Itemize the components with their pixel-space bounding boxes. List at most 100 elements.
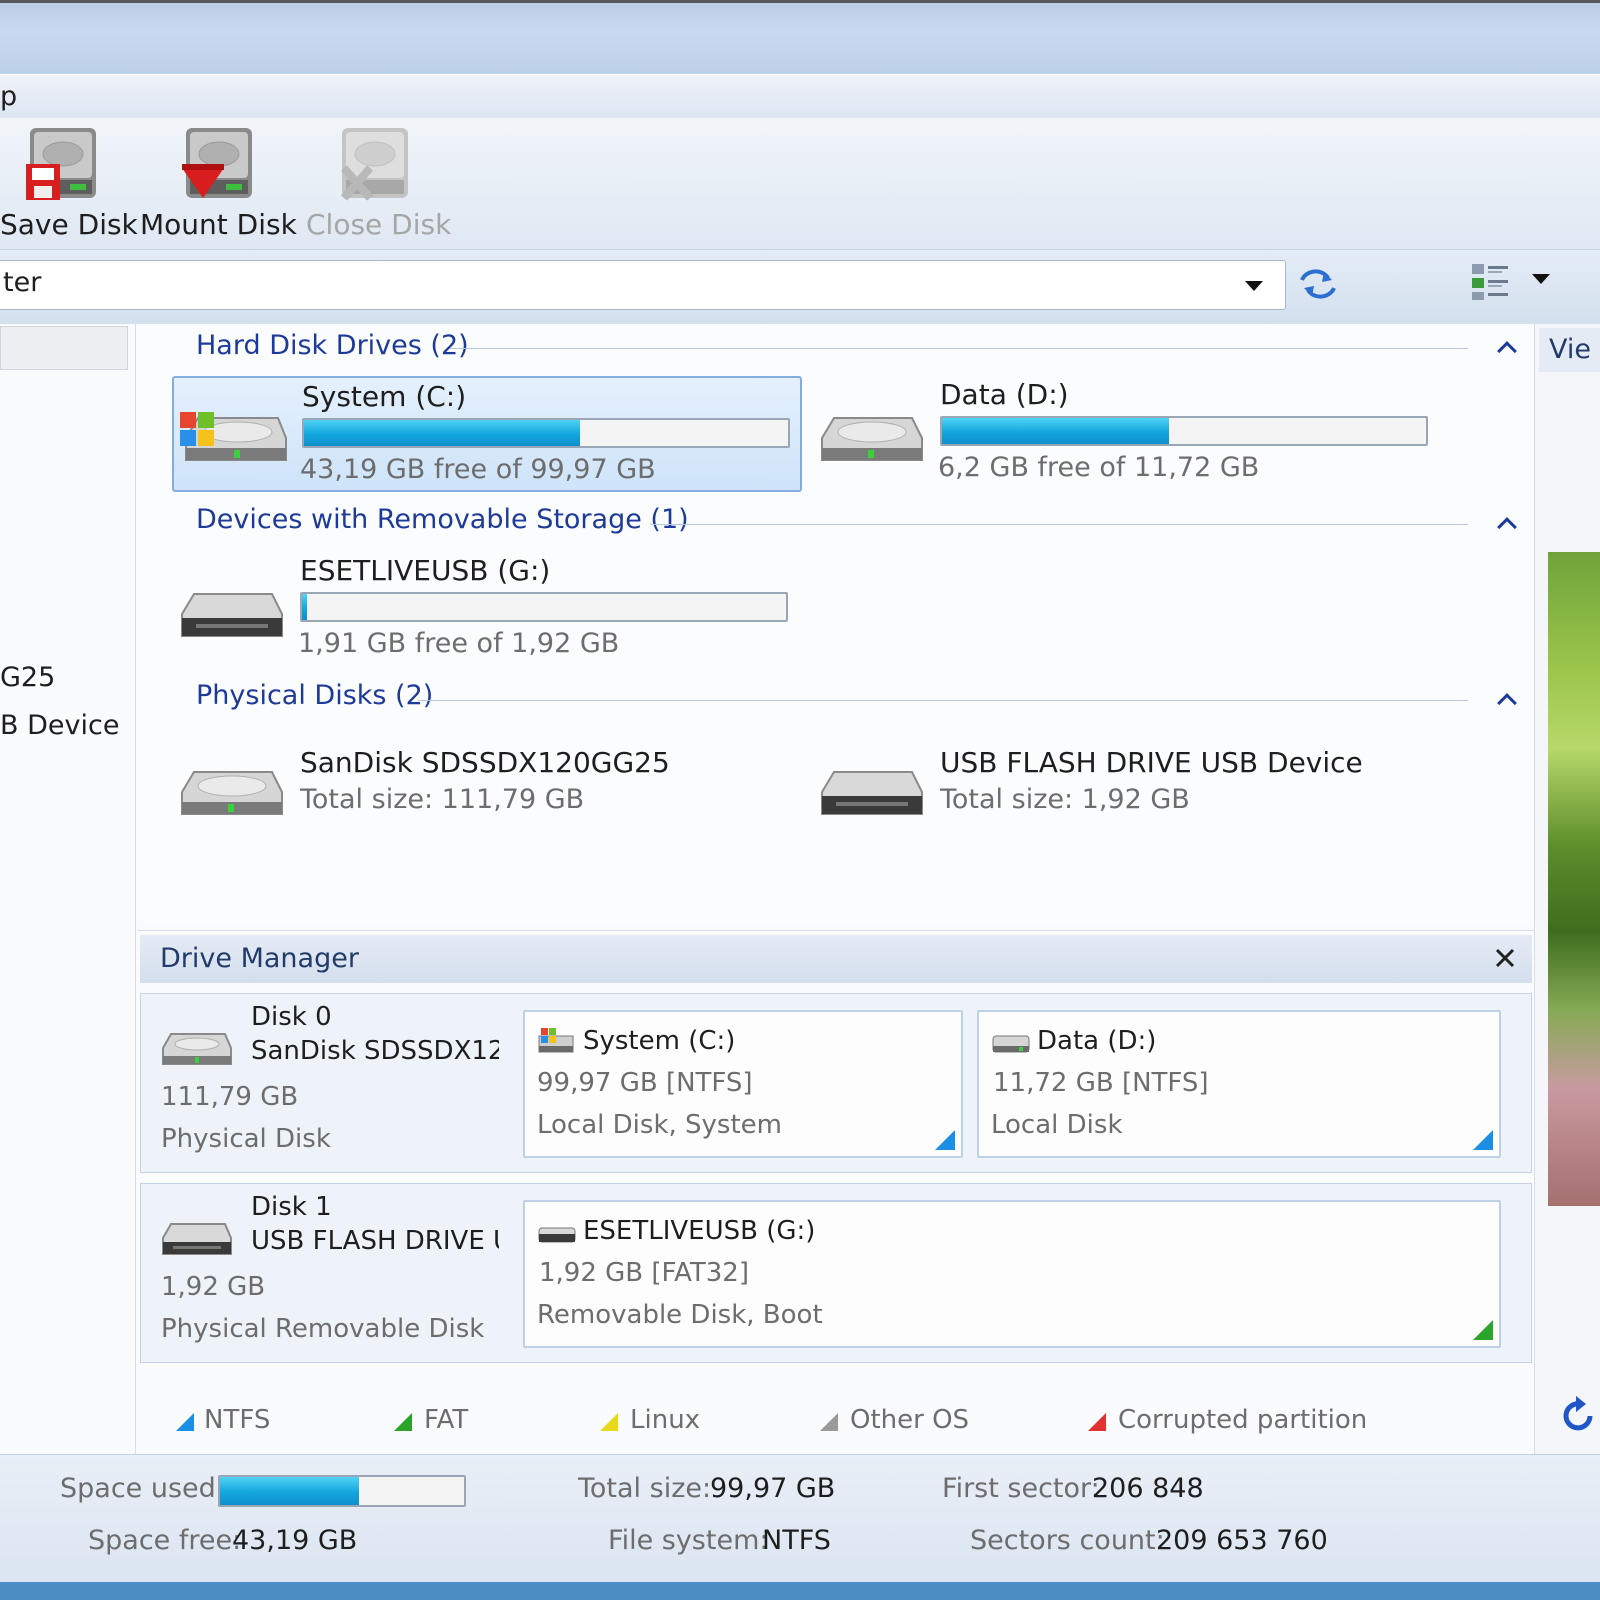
preview-image <box>1548 552 1600 1206</box>
fat-legend-icon <box>394 1413 412 1431</box>
hard-drive-icon <box>162 1033 232 1065</box>
file-system-label: File system: <box>608 1525 769 1556</box>
other-os-legend-icon <box>820 1413 838 1431</box>
preview-view-label[interactable]: Vie <box>1549 334 1591 365</box>
drive-name: ESETLIVEUSB (G:) <box>300 554 551 587</box>
sectors-count-label: Sectors count: <box>970 1525 1165 1556</box>
partition-esetliveusb-g[interactable]: ESETLIVEUSB (G:) 1,92 GB [FAT32] Removab… <box>523 1200 1501 1348</box>
disk1-type: Physical Removable Disk <box>161 1314 485 1344</box>
disk1-model: USB FLASH DRIVE USE <box>251 1226 499 1256</box>
drive-manager-header: Drive Manager <box>140 935 1532 983</box>
drive-usage-fill <box>304 420 580 446</box>
disk0-size: 111,79 GB <box>161 1082 299 1112</box>
collapse-removable-icon[interactable] <box>1497 517 1517 537</box>
toolbar: Save Disk Mount Disk Close Disk <box>0 118 1600 250</box>
removable-drive-icon <box>538 1227 576 1243</box>
address-input[interactable]: ter <box>0 260 1286 310</box>
linux-legend-icon <box>600 1413 618 1431</box>
bottom-edge <box>0 1582 1600 1600</box>
disk0-label: Disk 0 <box>251 1002 332 1032</box>
close-disk-icon <box>340 128 408 201</box>
drive-usage-fill <box>302 594 307 620</box>
space-free-value: 43,19 GB <box>232 1525 358 1556</box>
collapse-hdd-icon[interactable] <box>1497 341 1517 361</box>
tree-item-sandisk[interactable]: G25 <box>0 662 55 693</box>
drive-usage-fill <box>942 418 1170 444</box>
drive-manager-title: Drive Manager <box>160 943 359 974</box>
legend-corrupted: Corrupted partition <box>1118 1405 1368 1435</box>
save-disk-label: Save Disk <box>0 208 138 241</box>
disk1-row: Disk 1 USB FLASH DRIVE USE 1,92 GB Physi… <box>140 1183 1532 1363</box>
drive-name: Data (D:) <box>940 378 1069 411</box>
disk1-size: 1,92 GB <box>161 1272 266 1302</box>
first-sector-value: 206 848 <box>1092 1473 1204 1504</box>
first-sector-label: First sector: <box>942 1473 1100 1504</box>
address-dropdown-icon[interactable] <box>1245 281 1263 291</box>
windows-drive-icon <box>180 412 287 461</box>
folder-tree: G25 B Device <box>0 324 136 1454</box>
legend-linux: Linux <box>630 1405 701 1435</box>
physical-disk-sandisk[interactable]: SanDisk SDSSDX120GG25 Total size: 111,79… <box>172 736 802 836</box>
legend-other-os: Other OS <box>850 1405 970 1435</box>
partition-description: Local Disk <box>991 1110 1123 1140</box>
disk1-label: Disk 1 <box>251 1192 332 1222</box>
rotate-icon[interactable] <box>1562 1396 1598 1434</box>
space-free-label: Space free: <box>88 1525 242 1556</box>
partition-description: Removable Disk, Boot <box>537 1300 823 1330</box>
group-removable-storage[interactable]: Devices with Removable Storage (1) <box>196 504 689 535</box>
total-size-value: 99,97 GB <box>710 1473 836 1504</box>
partition-system-c[interactable]: System (C:) 99,97 GB [NTFS] Local Disk, … <box>523 1010 963 1158</box>
preview-header: Vie <box>1539 328 1600 372</box>
removable-drive-icon <box>162 1223 232 1255</box>
physical-disk-usb-flash[interactable]: USB FLASH DRIVE USB Device Total size: 1… <box>812 736 1442 836</box>
drive-data-d[interactable]: Data (D:) 6,2 GB free of 11,72 GB <box>812 376 1442 492</box>
disk0-type: Physical Disk <box>161 1124 331 1154</box>
collapse-physical-icon[interactable] <box>1497 693 1517 713</box>
view-dropdown-icon[interactable] <box>1532 274 1550 284</box>
drive-info: 1,91 GB free of 1,92 GB <box>298 628 620 659</box>
windows-drive-icon <box>538 1028 574 1053</box>
view-options-icon[interactable] <box>1470 262 1510 302</box>
ntfs-marker-icon <box>1473 1130 1493 1150</box>
drive-name: System (C:) <box>302 380 467 413</box>
tree-item-usb-device[interactable]: B Device <box>0 710 119 741</box>
legend-ntfs: NTFS <box>204 1405 271 1435</box>
close-icon[interactable] <box>1494 947 1516 969</box>
group-hard-disk-drives[interactable]: Hard Disk Drives (2) <box>196 330 469 361</box>
refresh-icon[interactable] <box>1298 266 1338 302</box>
partition-size: 1,92 GB [FAT32] <box>539 1258 749 1288</box>
space-used-bar <box>218 1475 466 1507</box>
drive-usage-bar <box>940 416 1428 446</box>
corrupted-legend-icon <box>1088 1413 1106 1431</box>
hard-drive-icon <box>181 771 283 815</box>
space-used-label: Space used: <box>60 1473 225 1504</box>
close-disk-label: Close Disk <box>306 208 452 241</box>
group-physical-disks[interactable]: Physical Disks (2) <box>196 680 433 711</box>
drives-view: Hard Disk Drives (2) System (C:) 43,19 G… <box>138 324 1534 924</box>
disk0-info[interactable]: Disk 0 SanDisk SDSSDX120G 111,79 GB Phys… <box>141 994 515 1172</box>
group-divider <box>650 524 1468 525</box>
group-divider <box>418 700 1468 701</box>
file-system-value: NTFS <box>762 1525 831 1556</box>
menu-bar: p <box>0 74 1600 118</box>
hard-drive-icon <box>821 417 923 461</box>
drive-usage-bar <box>302 418 790 448</box>
partition-name: ESETLIVEUSB (G:) <box>583 1216 816 1246</box>
drive-esetliveusb-g[interactable]: ESETLIVEUSB (G:) 1,91 GB free of 1,92 GB <box>172 552 802 668</box>
legend-fat: FAT <box>424 1405 469 1435</box>
partition-data-d[interactable]: Data (D:) 11,72 GB [NTFS] Local Disk <box>977 1010 1501 1158</box>
removable-drive-icon <box>181 593 283 637</box>
total-size-label: Total size: <box>578 1473 712 1504</box>
mount-disk-label: Mount Disk <box>140 208 297 241</box>
drive-system-c[interactable]: System (C:) 43,19 GB free of 99,97 GB <box>172 376 802 492</box>
disk1-info[interactable]: Disk 1 USB FLASH DRIVE USE 1,92 GB Physi… <box>141 1184 515 1362</box>
title-bar <box>0 0 1600 74</box>
fat-marker-icon <box>1473 1320 1493 1340</box>
disk-name: SanDisk SDSSDX120GG25 <box>300 746 670 779</box>
tree-selected-item[interactable] <box>0 326 128 370</box>
disk0-row: Disk 0 SanDisk SDSSDX120G 111,79 GB Phys… <box>140 993 1532 1173</box>
disk-info: Total size: 1,92 GB <box>940 784 1190 815</box>
partition-name: Data (D:) <box>1037 1026 1157 1056</box>
space-used-fill <box>220 1477 360 1505</box>
menu-item-help[interactable]: p <box>0 81 17 112</box>
